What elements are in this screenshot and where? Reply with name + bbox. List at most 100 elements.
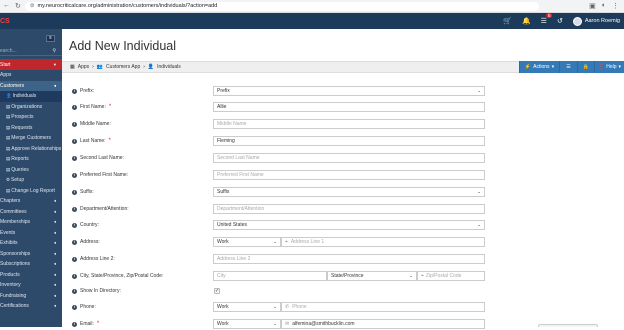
info-icon[interactable]: i [72, 273, 77, 279]
info-icon[interactable]: i [72, 104, 77, 110]
first-name-input[interactable]: Allie [213, 102, 485, 112]
site-info-icon[interactable]: ⊜ [30, 3, 35, 9]
prefix-select[interactable]: Prefix ⌄ [213, 86, 485, 96]
sidebar-item-certifications[interactable]: Certifications ◂ [0, 301, 62, 312]
zip-input[interactable]: ⌖ Zip/Postal Code [417, 271, 485, 281]
sidebar-item-customers[interactable]: Customers ◂ [0, 80, 62, 91]
phone-icon: ✆ [285, 304, 290, 310]
info-icon[interactable]: i [72, 172, 77, 178]
info-icon[interactable]: i [72, 321, 77, 327]
info-icon[interactable]: i [72, 88, 77, 94]
sidebar-item-prospects[interactable]: ▤Prospects [0, 112, 62, 123]
history-icon[interactable]: ↺ [557, 17, 563, 25]
info-icon[interactable]: i [72, 288, 77, 294]
map-marker-icon: ⌖ [285, 239, 288, 245]
sidebar-item-approve-relationships[interactable]: ▤Approve Relationships [0, 144, 62, 155]
sidebar-item-merge-customers[interactable]: ▤Merge Customers [0, 133, 62, 144]
suffix-select[interactable]: Suffix ⌄ [213, 187, 485, 197]
phone-type-select[interactable]: Work ⌄ [213, 302, 281, 312]
sidebar-toggle[interactable]: ≡ [0, 33, 62, 43]
breadcrumb-apps[interactable]: Apps [78, 64, 89, 70]
info-icon[interactable]: i [72, 222, 77, 228]
sidebar-item-text: Approve Relationships [11, 145, 62, 152]
browser-menu-icon[interactable]: ⋮ [612, 2, 619, 10]
last-name-input[interactable]: Fleming [213, 136, 485, 146]
department-input[interactable]: Department/Attention [213, 204, 485, 214]
email-type-select[interactable]: Work ⌄ [213, 319, 281, 329]
sidebar-item-requests[interactable]: ▤Requests [0, 123, 62, 134]
info-icon[interactable]: i [72, 189, 77, 195]
address-bar[interactable]: ⊜ my.neurocriticalcare.org/administratio… [24, 1, 540, 11]
country-label: i Country: [72, 222, 99, 228]
sidebar-item-setup[interactable]: ⚙Setup [0, 175, 62, 186]
address-type-select[interactable]: Work ⌄ [213, 237, 281, 247]
sidebar-item-reports[interactable]: ▤Reports [0, 154, 62, 165]
email-input[interactable]: ✉ alfemina@smithbucklin.com [281, 319, 485, 329]
sidebar-item-sponsorships[interactable]: Sponsorships ◂ [0, 249, 62, 260]
info-icon[interactable]: i [72, 256, 77, 262]
breadcrumb-individuals[interactable]: Individuals [157, 64, 181, 70]
extensions-icon[interactable]: ▣ [589, 2, 596, 10]
sidebar-item-label: Subscriptions [0, 261, 30, 267]
preferred-first-name-input[interactable]: Preferred First Name [213, 170, 485, 180]
sidebar-item-subscriptions[interactable]: Subscriptions ◂ [0, 259, 62, 270]
search-icon[interactable]: ⚲ [52, 48, 56, 54]
city-input[interactable]: City [213, 271, 327, 281]
page-title: Add New Individual [69, 39, 177, 53]
sidebar-item-icon: ▤ [6, 156, 11, 162]
phone-input[interactable]: ✆ Phone [281, 302, 485, 312]
info-icon[interactable]: i [72, 155, 77, 161]
required-asterisk: * [108, 138, 111, 144]
state-select[interactable]: State/Province ⌄ [327, 271, 417, 281]
sidebar-item-organizations[interactable]: ▤Organizations [0, 102, 62, 113]
sidebar-item-inventory[interactable]: Inventory ◂ [0, 280, 62, 291]
sidebar-item-change-log-report[interactable]: ▤Change Log Report [0, 186, 62, 197]
help-button[interactable]: ❓ Help ▾ [594, 61, 624, 73]
back-icon[interactable]: ← [3, 2, 10, 10]
required-asterisk: * [96, 321, 100, 327]
tasks-icon[interactable]: ☰ 5 [541, 13, 552, 25]
sidebar-search-input[interactable]: earch... [0, 48, 17, 54]
cart-icon[interactable]: 🛒 [503, 17, 512, 25]
actions-button[interactable]: ⚡ Actions ▾ [519, 61, 559, 73]
list-view-button[interactable]: ☰ [559, 61, 577, 73]
chevron-down-icon: ⌄ [273, 321, 277, 326]
sidebar-start[interactable]: Start ▾ [0, 59, 62, 70]
app-logo[interactable]: CS [0, 13, 12, 29]
info-icon[interactable]: i [72, 239, 77, 245]
middle-name-input[interactable]: Middle Name [213, 119, 485, 129]
last-name-label-text: Last Name: [80, 138, 106, 144]
info-icon[interactable]: i [72, 206, 77, 212]
second-last-name-input[interactable]: Second Last Name [213, 153, 485, 163]
sidebar-item-exhibits[interactable]: Exhibits ◂ [0, 238, 62, 249]
sidebar-search[interactable]: earch... ⚲ [0, 46, 62, 56]
info-icon[interactable]: i [72, 304, 77, 310]
sidebar-item-chapters[interactable]: Chapters ◂ [0, 196, 62, 207]
chevron-left-icon: ◂ [53, 282, 56, 288]
profile-icon[interactable]: ◐ [602, 2, 606, 10]
show-in-directory-checkbox[interactable]: ✓ [214, 288, 220, 294]
chevron-down-icon: ⌄ [273, 304, 277, 309]
tasks-badge: 5 [546, 13, 552, 18]
bell-icon[interactable]: 🔔 [522, 17, 531, 25]
sidebar-item-products[interactable]: Products ◂ [0, 270, 62, 281]
address-line2-input[interactable]: Address Line 2 [213, 254, 485, 264]
sidebar-item-events[interactable]: Events ◂ [0, 228, 62, 239]
country-select[interactable]: United States ⌄ [213, 220, 485, 230]
sidebar-item-fundraising[interactable]: Fundraising ◂ [0, 291, 62, 302]
sidebar-item-individuals[interactable]: 👤Individuals [0, 91, 62, 102]
sidebar-item-queries[interactable]: ▤Queries [0, 165, 62, 176]
breadcrumb-customers-app[interactable]: Customers App [106, 64, 140, 70]
info-icon[interactable]: i [72, 138, 77, 144]
user-name: Aaron Roemig [584, 18, 620, 24]
lock-button[interactable]: 🔒 [577, 61, 594, 73]
sidebar-item-committees[interactable]: Committees ◂ [0, 207, 62, 218]
sidebar-item-memberships[interactable]: Memberships ◂ [0, 217, 62, 228]
sidebar-item-label: ▤Reports [0, 156, 29, 162]
info-icon[interactable]: i [72, 121, 77, 127]
department-placeholder: Department/Attention [217, 206, 265, 212]
user-menu[interactable]: Aaron Roemig [572, 16, 620, 26]
address-line1-input[interactable]: ⌖ Address Line 1 [281, 237, 485, 247]
reload-icon[interactable]: ↻ [15, 2, 21, 10]
sidebar-item-apps[interactable]: Apps [0, 70, 62, 81]
